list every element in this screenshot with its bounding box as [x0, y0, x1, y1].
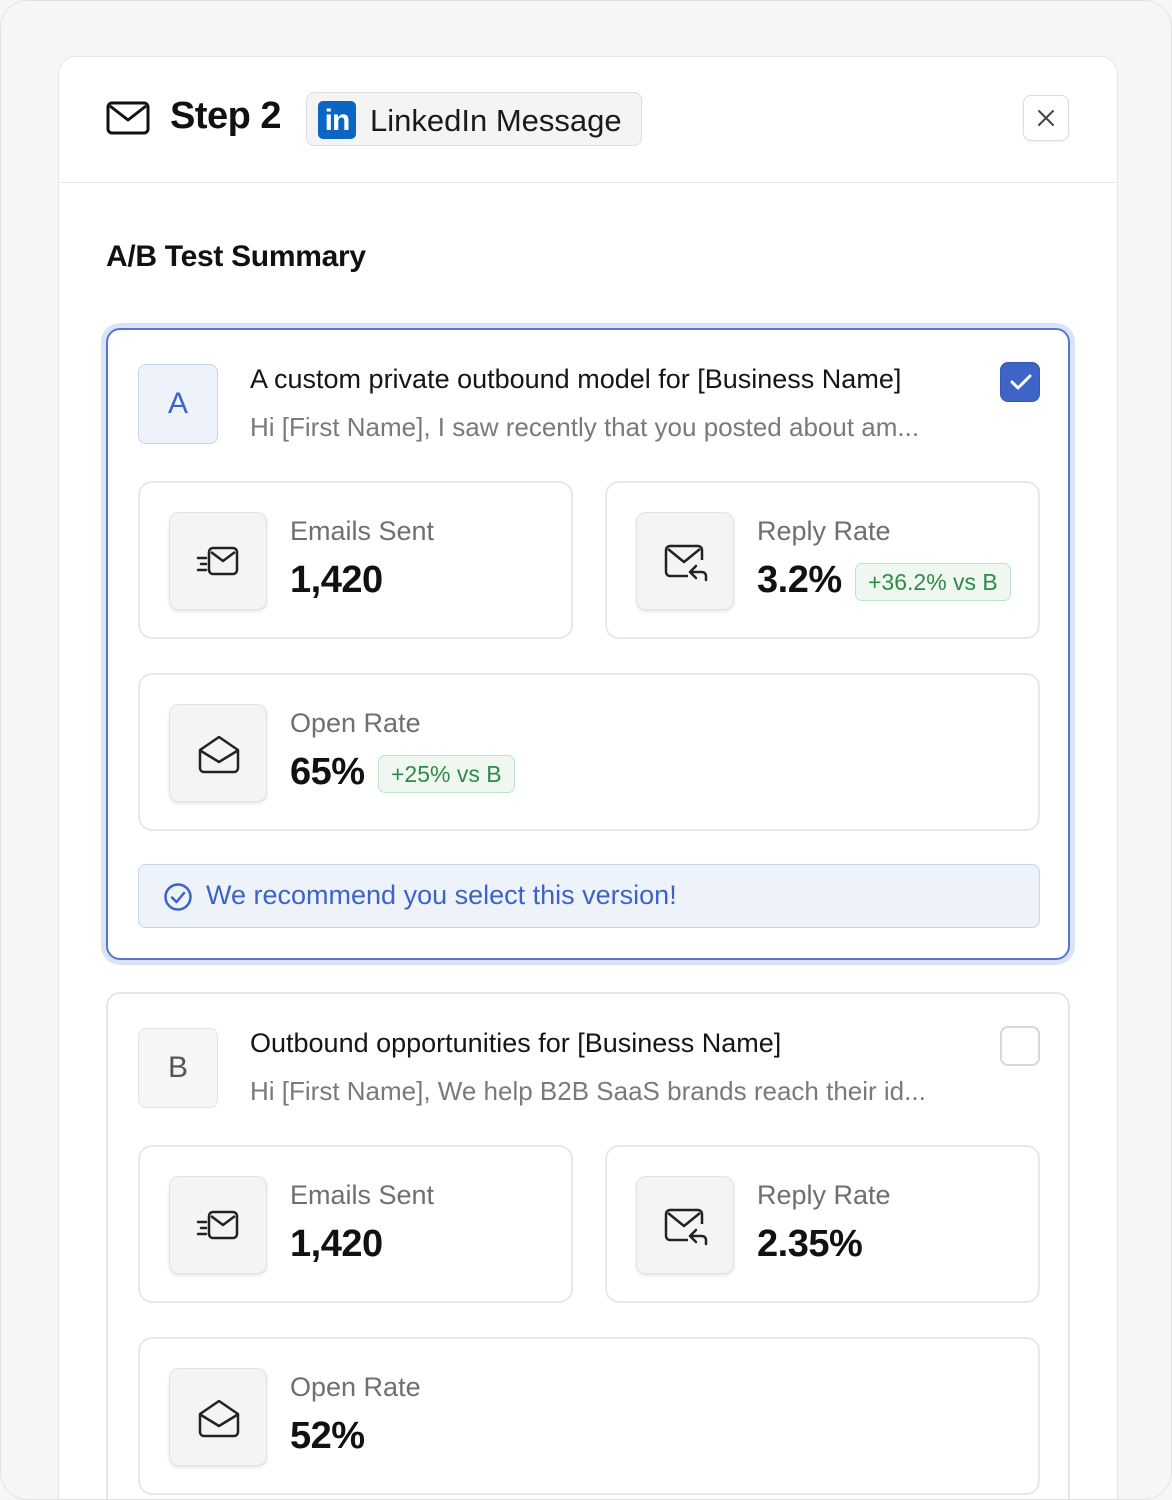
- stat-label: Reply Rate: [757, 516, 891, 546]
- stat-label: Emails Sent: [290, 516, 435, 546]
- open-envelope-icon: [169, 704, 267, 802]
- stat-value: 52%: [290, 1415, 365, 1457]
- stat-label: Open Rate: [290, 1372, 421, 1402]
- stat-value: 1,420: [290, 559, 383, 601]
- close-button[interactable]: [1023, 95, 1069, 141]
- stat-value: 3.2%: [757, 559, 842, 601]
- channel-chip: in LinkedIn Message: [306, 92, 642, 146]
- linkedin-icon: in: [318, 101, 356, 139]
- stat-label: Emails Sent: [290, 1180, 435, 1210]
- variant-select-checkbox[interactable]: [1000, 1026, 1040, 1066]
- channel-label: LinkedIn Message: [370, 103, 622, 138]
- recommendation-text: We recommend you select this version!: [206, 880, 677, 910]
- variant-subject: A custom private outbound model for [Bus…: [250, 364, 902, 394]
- step-panel: Step 2 in LinkedIn Message A/B Test Summ…: [58, 56, 1118, 1499]
- variant-card-a[interactable]: A A custom private outbound model for [B…: [106, 328, 1070, 960]
- recommendation-banner: We recommend you select this version!: [138, 864, 1040, 928]
- panel-header: Step 2 in LinkedIn Message: [59, 57, 1117, 183]
- delta-badge: +36.2% vs B: [855, 563, 1011, 601]
- stat-value: 2.35%: [757, 1223, 863, 1265]
- step-title: Step 2: [170, 95, 282, 137]
- stat-label: Reply Rate: [757, 1180, 891, 1210]
- mail-reply-icon: [636, 512, 734, 610]
- variant-select-checkbox[interactable]: [1000, 362, 1040, 402]
- open-envelope-icon: [169, 1368, 267, 1466]
- variant-letter-badge: B: [138, 1028, 218, 1108]
- send-mail-icon: [169, 512, 267, 610]
- stat-card-emails-sent: Emails Sent 1,420: [138, 481, 573, 639]
- section-title: A/B Test Summary: [106, 240, 366, 273]
- app-frame: Step 2 in LinkedIn Message A/B Test Summ…: [0, 0, 1172, 1500]
- variant-letter-badge: A: [138, 364, 218, 444]
- stat-card-reply-rate: Reply Rate 3.2% +36.2% vs B: [605, 481, 1040, 639]
- mail-reply-icon: [636, 1176, 734, 1274]
- stat-value: 65%: [290, 751, 365, 793]
- variant-preview: Hi [First Name], I saw recently that you…: [250, 412, 920, 442]
- check-circle-icon: [164, 883, 192, 911]
- send-mail-icon: [169, 1176, 267, 1274]
- variant-subject: Outbound opportunities for [Business Nam…: [250, 1028, 782, 1058]
- variant-card-b[interactable]: B Outbound opportunities for [Business N…: [106, 992, 1070, 1499]
- check-icon: [1010, 374, 1032, 390]
- stat-card-open-rate: Open Rate 65% +25% vs B: [138, 673, 1040, 831]
- mail-icon: [106, 101, 150, 135]
- delta-badge: +25% vs B: [378, 755, 515, 793]
- stat-card-reply-rate: Reply Rate 2.35%: [605, 1145, 1040, 1303]
- stat-card-open-rate: Open Rate 52%: [138, 1337, 1040, 1495]
- close-icon: [1038, 110, 1054, 126]
- variant-preview: Hi [First Name], We help B2B SaaS brands…: [250, 1076, 926, 1106]
- stat-value: 1,420: [290, 1223, 383, 1265]
- stat-label: Open Rate: [290, 708, 421, 738]
- stat-card-emails-sent: Emails Sent 1,420: [138, 1145, 573, 1303]
